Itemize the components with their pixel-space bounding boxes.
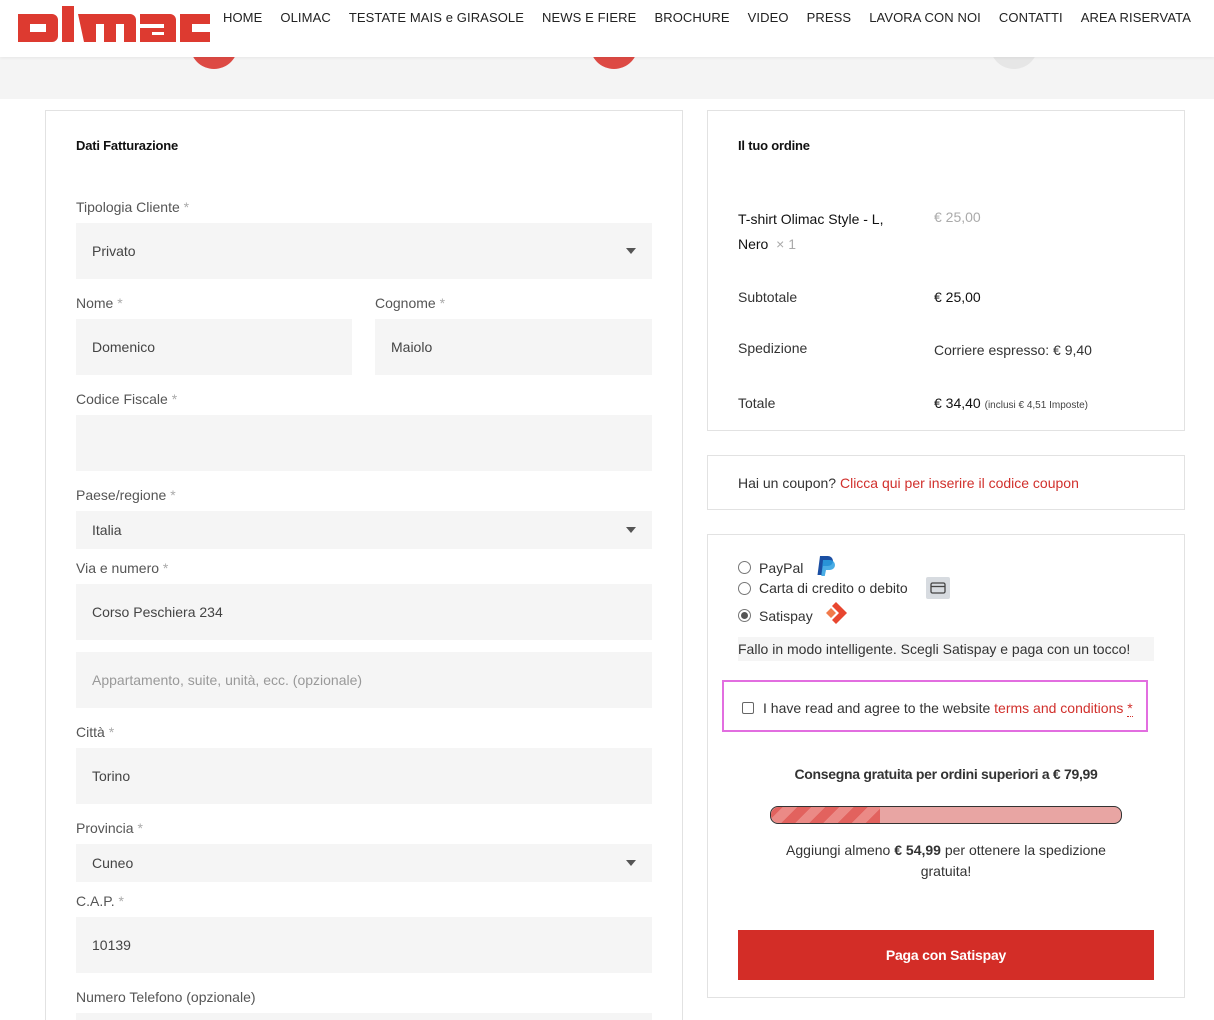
- chevron-down-icon: [626, 527, 636, 533]
- terms-checkbox[interactable]: [742, 702, 754, 714]
- billing-card: Dati Fatturazione Tipologia Cliente * Pr…: [45, 110, 683, 1020]
- cognome-value: Maiolo: [391, 339, 433, 355]
- nav-home[interactable]: HOME: [214, 10, 271, 26]
- nav-lavora[interactable]: LAVORA CON NOI: [860, 10, 990, 26]
- nome-input[interactable]: Domenico: [76, 319, 352, 375]
- billing-title: Dati Fatturazione: [76, 138, 179, 153]
- satispay-icon: [823, 601, 849, 630]
- citta-label: Città *: [76, 724, 115, 740]
- satispay-label: Satispay: [759, 607, 813, 624]
- order-summary-card: Il tuo ordine T-shirt Olimac Style - L, …: [707, 110, 1185, 431]
- main-nav: HOME OLIMAC TESTATE MAIS e GIRASOLE NEWS…: [214, 10, 1200, 26]
- terms-link[interactable]: terms and conditions: [994, 700, 1123, 716]
- telefono-label: Numero Telefono (opzionale): [76, 989, 256, 1005]
- subtotal-value: € 25,00: [934, 289, 981, 305]
- pay-button[interactable]: Paga con Satispay: [738, 930, 1154, 980]
- total-label: Totale: [738, 395, 776, 411]
- nav-testate[interactable]: TESTATE MAIS e GIRASOLE: [340, 10, 533, 26]
- nome-label: Nome *: [76, 295, 123, 311]
- paypal-radio[interactable]: [738, 561, 751, 574]
- site-header: HOME OLIMAC TESTATE MAIS e GIRASOLE NEWS…: [0, 0, 1214, 57]
- free-shipping-amount: € 54,99: [894, 842, 941, 858]
- paese-label: Paese/regione *: [76, 487, 176, 503]
- coupon-link[interactable]: Clicca qui per inserire il codice coupon: [840, 475, 1079, 491]
- shipping-value: Corriere espresso: € 9,40: [934, 342, 1092, 358]
- payment-method-satispay[interactable]: Satispay: [738, 601, 849, 630]
- cognome-label: Cognome *: [375, 295, 446, 311]
- order-title: Il tuo ordine: [738, 138, 810, 153]
- provincia-label: Provincia *: [76, 820, 143, 836]
- olmac-logo[interactable]: [16, 4, 212, 48]
- appartamento-placeholder: Appartamento, suite, unità, ecc. (opzion…: [92, 672, 363, 688]
- paese-value: Italia: [92, 522, 122, 538]
- nome-value: Domenico: [92, 339, 156, 355]
- codice-fiscale-input[interactable]: [76, 415, 652, 471]
- paypal-label: PayPal: [759, 559, 804, 576]
- subtotal-label: Subtotale: [738, 289, 798, 305]
- telefono-input[interactable]: [76, 1013, 652, 1020]
- order-item-price: € 25,00: [934, 209, 981, 225]
- via-label: Via e numero *: [76, 560, 169, 576]
- terms-box: I have read and agree to the website ter…: [722, 680, 1148, 732]
- olmac-logo-mark: [18, 6, 210, 42]
- order-item-name-line2: Nero × 1: [738, 236, 796, 252]
- terms-text: I have read and agree to the website ter…: [763, 700, 1133, 717]
- nav-press[interactable]: PRESS: [798, 10, 861, 26]
- cap-input[interactable]: 10139: [76, 917, 652, 973]
- satispay-radio[interactable]: [738, 609, 751, 622]
- appartamento-input[interactable]: Appartamento, suite, unità, ecc. (opzion…: [76, 652, 652, 708]
- total-tax: (inclusi € 4,51 Imposte): [984, 400, 1088, 411]
- nav-contatti[interactable]: CONTATTI: [990, 10, 1072, 26]
- order-item-qty: × 1: [776, 236, 796, 252]
- via-input[interactable]: Corso Peschiera 234: [76, 584, 652, 640]
- paese-select[interactable]: Italia: [76, 511, 652, 549]
- nav-brochure[interactable]: BROCHURE: [645, 10, 738, 26]
- free-shipping-progress-fill: [771, 807, 880, 823]
- tipologia-select[interactable]: Privato: [76, 223, 652, 279]
- via-value: Corso Peschiera 234: [92, 604, 223, 620]
- total-value: € 34,40 (inclusi € 4,51 Imposte): [934, 395, 1088, 411]
- codice-fiscale-label: Codice Fiscale *: [76, 391, 178, 407]
- order-item-name: T-shirt Olimac Style - L,: [738, 211, 884, 227]
- cognome-input[interactable]: Maiolo: [375, 319, 652, 375]
- cap-label: C.A.P. *: [76, 893, 124, 909]
- payment-method-card[interactable]: Carta di credito o debito: [738, 577, 950, 599]
- nav-news[interactable]: NEWS E FIERE: [533, 10, 645, 26]
- card-label: Carta di credito o debito: [759, 580, 908, 596]
- coupon-card: Hai un coupon? Clicca qui per inserire i…: [707, 455, 1185, 510]
- card-radio[interactable]: [738, 581, 751, 595]
- credit-card-icon: [925, 577, 950, 599]
- chevron-down-icon: [626, 860, 636, 866]
- provincia-value: Cuneo: [92, 855, 134, 871]
- shipping-label: Spedizione: [738, 340, 808, 356]
- coupon-text: Hai un coupon? Clicca qui per inserire i…: [738, 475, 1079, 491]
- citta-value: Torino: [92, 768, 131, 784]
- payment-description: Fallo in modo intelligente. Scegli Satis…: [738, 637, 1154, 661]
- tipologia-value: Privato: [92, 243, 136, 259]
- terms-required: *: [1127, 700, 1133, 717]
- chevron-down-icon: [626, 248, 636, 254]
- tipologia-label: Tipologia Cliente *: [76, 199, 190, 215]
- free-shipping-progress: [770, 806, 1122, 824]
- citta-input[interactable]: Torino: [76, 748, 652, 804]
- cap-value: 10139: [92, 937, 131, 953]
- provincia-select[interactable]: Cuneo: [76, 844, 652, 882]
- free-shipping-title: Consegna gratuita per ordini superiori a…: [794, 766, 1098, 782]
- free-shipping-note: Aggiungi almeno € 54,99 per ottenere la …: [786, 842, 1106, 879]
- nav-area-riservata[interactable]: AREA RISERVATA: [1072, 10, 1200, 26]
- nav-video[interactable]: VIDEO: [739, 10, 798, 26]
- nav-olimac[interactable]: OLIMAC: [271, 10, 339, 26]
- checkout-steps-band: [0, 21, 1214, 99]
